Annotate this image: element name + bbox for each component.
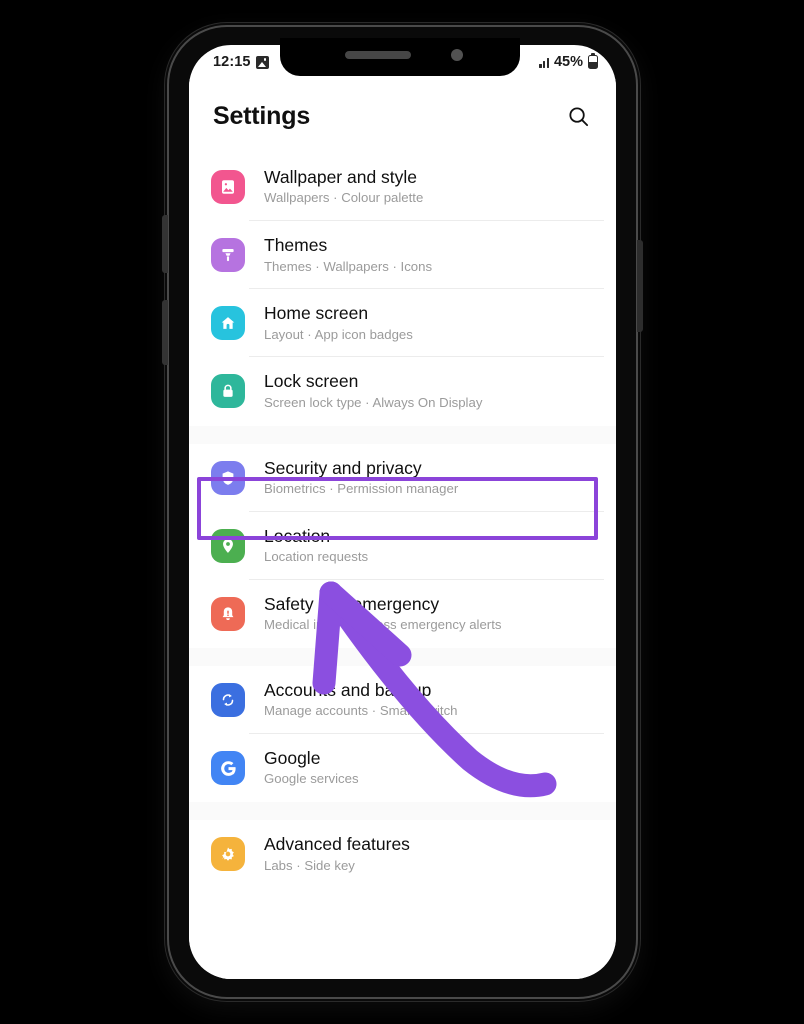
settings-row-title: Google [264, 748, 321, 768]
phone-notch [280, 38, 520, 76]
settings-row-subtitle: Wallpapers · Colour palette [264, 190, 424, 206]
settings-row-title: Accounts and backup [264, 679, 432, 700]
search-icon [568, 106, 588, 126]
settings-row-text: Accounts and backup Manage accounts · Sma… [264, 679, 458, 721]
search-button[interactable] [562, 100, 594, 132]
settings-row-text: Safety and emergency Medical info · Wirel… [264, 593, 501, 635]
speaker-grille-icon [345, 51, 411, 59]
settings-group-separator [189, 647, 616, 666]
settings-row-google[interactable]: Google Google services [189, 734, 616, 803]
settings-row-title: Themes [264, 235, 328, 256]
settings-row-text: Advanced features Labs · Side key [264, 833, 410, 875]
settings-group-separator [189, 802, 616, 821]
settings-group-separator [189, 425, 616, 444]
battery-icon [588, 52, 598, 69]
settings-row-text: Location Location requests [264, 525, 368, 567]
settings-row-security-and-privacy[interactable]: Security and privacy Biometrics · Permiss… [189, 443, 616, 512]
battery-percent-label: 45% [553, 54, 583, 70]
settings-list[interactable]: Wallpaper and style Wallpapers · Colour p… [189, 153, 616, 979]
settings-row-title: Home screen [264, 303, 369, 324]
settings-row-advanced-features[interactable]: Advanced features Labs · Side key [189, 820, 616, 889]
settings-row-subtitle: Google services [264, 771, 359, 787]
cellular-signal-icon [539, 56, 549, 68]
screenshot-canvas: 12:15 45% Settings Wallpaper and style Wa… [0, 0, 804, 1024]
phone-screen: 12:15 45% Settings Wallpaper and style Wa… [189, 45, 616, 979]
themes-brush-icon [211, 238, 245, 273]
location-pin-icon [211, 528, 245, 563]
settings-row-lock-screen[interactable]: Lock screen Screen lock type · Always On … [189, 357, 616, 426]
settings-row-subtitle: Medical info · Wireless emergency alerts [264, 617, 502, 633]
front-camera-dot-icon [451, 49, 463, 61]
settings-row-title: Lock screen [264, 371, 359, 392]
emergency-bell-icon [211, 596, 245, 631]
settings-row-accounts-and-backup[interactable]: Accounts and backup Manage accounts · Sma… [189, 665, 616, 735]
lock-icon [211, 374, 245, 409]
settings-row-subtitle: Manage accounts · Smart Switch [264, 703, 458, 719]
settings-row-subtitle: Labs · Side key [264, 857, 355, 873]
settings-row-text: Google Google services [264, 747, 359, 789]
settings-row-location[interactable]: Location Location requests [189, 511, 616, 580]
settings-group: Accounts and backup Manage accounts · Sma… [189, 665, 616, 803]
settings-row-title: Safety and emergency [264, 593, 440, 614]
shield-icon [211, 460, 245, 495]
settings-group: Wallpaper and style Wallpapers · Colour p… [189, 153, 616, 426]
settings-row-themes[interactable]: Themes Themes · Wallpapers · Icons [189, 221, 616, 290]
google-g-icon [211, 751, 245, 786]
settings-row-safety-and-emergency[interactable]: Safety and emergency Medical info · Wirel… [189, 579, 616, 648]
settings-group: Security and privacy Biometrics · Permiss… [189, 443, 616, 648]
settings-row-text: Lock screen Screen lock type · Always On … [264, 370, 482, 412]
status-bar-left: 12:15 [213, 54, 269, 70]
gallery-icon [255, 55, 269, 69]
status-time: 12:15 [213, 54, 251, 70]
settings-row-title: Advanced features [264, 834, 410, 855]
settings-row-subtitle: Themes · Wallpapers · Icons [264, 258, 433, 274]
settings-row-text: Themes Themes · Wallpapers · Icons [264, 234, 432, 276]
settings-row-subtitle: Biometrics · Permission manager [264, 480, 459, 496]
settings-row-wallpaper-and-style[interactable]: Wallpaper and style Wallpapers · Colour p… [189, 153, 616, 222]
settings-row-text: Home screen Layout · App icon badges [264, 302, 413, 344]
sync-accounts-icon [211, 682, 245, 717]
home-icon [211, 306, 245, 341]
page-title: Settings [213, 101, 311, 130]
volume-down-button[interactable] [162, 300, 168, 365]
wallpaper-icon [211, 170, 245, 205]
advanced-features-icon [211, 837, 245, 872]
settings-row-home-screen[interactable]: Home screen Layout · App icon badges [189, 289, 616, 358]
settings-row-subtitle: Layout · App icon badges [264, 326, 413, 342]
power-button[interactable] [637, 240, 643, 332]
settings-row-text: Security and privacy Biometrics · Permiss… [264, 457, 458, 499]
settings-group: Advanced features Labs · Side key [189, 820, 616, 889]
settings-row-title: Location [264, 525, 331, 546]
settings-row-text: Wallpaper and style Wallpapers · Colour p… [264, 166, 423, 208]
settings-row-title: Security and privacy [264, 457, 422, 478]
app-header: Settings [189, 79, 616, 153]
settings-row-subtitle: Screen lock type · Always On Display [264, 394, 483, 410]
settings-row-subtitle: Location requests [264, 549, 369, 565]
settings-row-title: Wallpaper and style [264, 167, 418, 187]
status-bar-right: 45% [539, 52, 598, 70]
volume-up-button[interactable] [162, 215, 168, 273]
